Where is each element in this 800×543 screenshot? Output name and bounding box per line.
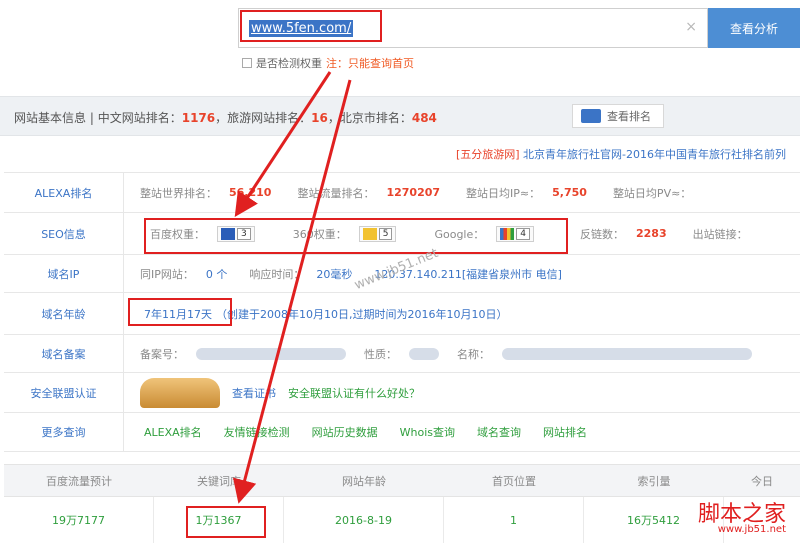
more-row: 更多查询 ALEXA排名 友情链接检测 网站历史数据 Whois查询 域名查询 … xyxy=(4,412,800,452)
world-rank-value: 56,210 xyxy=(229,186,272,199)
weight-checkbox[interactable] xyxy=(242,58,252,68)
world-rank-label: 整站世界排名： xyxy=(140,186,217,200)
site-title-text[interactable]: 北京青年旅行社官网-2016年中国青年旅行社排名前列 xyxy=(523,148,786,161)
domain-age-row-label[interactable]: 域名年龄 xyxy=(4,293,124,334)
type-rank-label: ，旅游网站排名： xyxy=(215,111,312,125)
domain-age-detail: （创建于2008年10月10日,过期时间为2016年10月10日） xyxy=(216,307,508,321)
view-certificate-link[interactable]: 查看证书 xyxy=(232,385,276,401)
traffic-rank-label: 整站流量排名： xyxy=(297,186,375,200)
same-ip-label: 同IP网站： xyxy=(140,267,194,281)
site-info-text: 网站基本信息 | 中文网站排名：1176，旅游网站排名：16，北京市排名：484 xyxy=(14,111,437,125)
highlight-box-seo xyxy=(144,218,568,254)
highlight-box-keywords xyxy=(186,506,266,538)
clear-icon[interactable]: × xyxy=(685,19,697,35)
city-rank-label: ，北京市排名： xyxy=(327,111,412,125)
icp-nature-label: 性质： xyxy=(364,347,397,361)
domain-age-row: 域名年龄 7年11月17天 （创建于2008年10月10日,过期时间为2016年… xyxy=(4,292,800,334)
icp-name-label: 名称： xyxy=(457,347,490,361)
more-link-alexa[interactable]: ALEXA排名 xyxy=(144,424,202,440)
header-keywords: 关键词库 xyxy=(197,474,241,488)
icp-row: 域名备案 备案号： 性质： 名称： xyxy=(4,334,800,372)
value-site-age: 2016-8-19 xyxy=(284,497,444,543)
type-rank-value: 16 xyxy=(311,111,328,125)
alexa-row-label[interactable]: ALEXA排名 xyxy=(4,173,124,212)
safety-benefit-link[interactable]: 安全联盟认证有什么好处？ xyxy=(288,385,420,401)
same-ip-value[interactable]: 0 个 xyxy=(206,266,228,282)
icp-number-label: 备案号： xyxy=(140,347,184,361)
view-rank-label: 查看排名 xyxy=(607,110,651,123)
more-link-history[interactable]: 网站历史数据 xyxy=(312,424,378,440)
search-button[interactable]: 查看分析 xyxy=(708,8,800,48)
site-info-title: 网站基本信息 xyxy=(14,111,87,125)
backlinks-label: 反链数： xyxy=(580,227,624,241)
site-tag[interactable]: [五分旅游网] xyxy=(456,148,520,161)
daily-pv-label: 整站日均PV≈： xyxy=(612,186,692,200)
more-link-whois[interactable]: Whois查询 xyxy=(400,424,455,440)
more-link-domain[interactable]: 域名查询 xyxy=(477,424,521,440)
response-time-value: 20毫秒 xyxy=(316,267,353,281)
search-note: 注：只能查询首页 xyxy=(326,57,414,70)
highlight-box-age xyxy=(128,298,232,326)
search-options: 是否检测权重 注：只能查询首页 xyxy=(242,55,414,71)
more-link-friend-links[interactable]: 友情链接检测 xyxy=(224,424,290,440)
more-link-rank[interactable]: 网站排名 xyxy=(543,424,587,440)
icp-nature-blurred xyxy=(409,347,439,360)
seo-row-label[interactable]: SEO信息 xyxy=(4,213,124,254)
icp-number-blurred xyxy=(196,347,346,360)
stats-table-row: 19万7177 1万1367 2016-8-19 1 16万5412 xyxy=(4,496,800,543)
traffic-rank-value: 1270207 xyxy=(386,186,441,199)
view-rank-button[interactable]: 查看排名 xyxy=(572,104,664,128)
domain-ip-row-label[interactable]: 域名IP xyxy=(4,255,124,292)
chart-icon xyxy=(581,109,601,123)
cn-rank-label: 中文网站排名： xyxy=(97,111,182,125)
header-home-position: 首页位置 xyxy=(492,474,536,488)
daily-ip-label: 整站日均IP≈： xyxy=(466,186,541,200)
backlinks-value: 2283 xyxy=(636,227,667,240)
value-home-position: 1 xyxy=(444,497,584,543)
city-rank-value: 484 xyxy=(411,111,437,125)
cn-rank-value: 1176 xyxy=(181,111,216,125)
highlight-box-url xyxy=(240,10,382,42)
more-row-label[interactable]: 更多查询 xyxy=(4,413,124,451)
safety-row: 安全联盟认证 查看证书 安全联盟认证有什么好处？ xyxy=(4,372,800,412)
value-baidu-traffic: 19万7177 xyxy=(4,497,154,543)
weight-checkbox-label: 是否检测权重 xyxy=(256,57,322,70)
stats-table-header: 百度流量预计 关键词库 网站年龄 首页位置 索引量 今日 xyxy=(4,464,800,496)
safety-badge-icon xyxy=(140,377,220,408)
page: www.5fen.com/ × 查看分析 是否检测权重 注：只能查询首页 网站基… xyxy=(0,0,800,543)
header-baidu-traffic: 百度流量预计 xyxy=(46,474,112,488)
outlinks-label: 出站链接： xyxy=(692,227,748,241)
icp-name-blurred xyxy=(502,347,752,360)
site-logo-url: www.jb51.net xyxy=(717,524,786,535)
alexa-row: ALEXA排名 整站世界排名： 56,210 整站流量排名： 1270207 整… xyxy=(4,172,800,212)
safety-row-label[interactable]: 安全联盟认证 xyxy=(4,373,124,412)
header-site-age: 网站年龄 xyxy=(342,474,386,488)
header-index-count: 索引量 xyxy=(637,474,671,488)
daily-ip-value: 5,750 xyxy=(552,186,587,199)
header-today: 今日 xyxy=(751,474,773,488)
icp-row-label[interactable]: 域名备案 xyxy=(4,335,124,372)
response-time-label: 响应时间： xyxy=(249,267,305,281)
site-title-row: [五分旅游网] 北京青年旅行社官网-2016年中国青年旅行社排名前列 xyxy=(0,146,800,168)
site-info-bar: 网站基本信息 | 中文网站排名：1176，旅游网站排名：16，北京市排名：484… xyxy=(0,96,800,136)
